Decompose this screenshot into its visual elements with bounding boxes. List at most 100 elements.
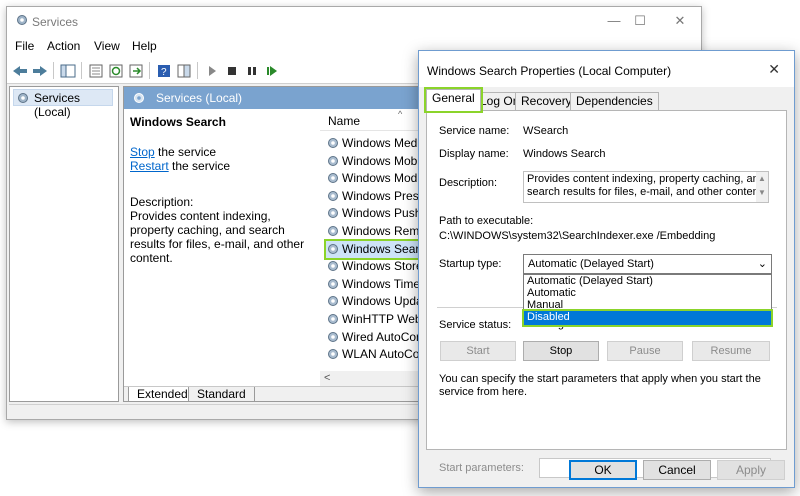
dialog-close-icon[interactable]: ✕ — [768, 61, 780, 78]
restart-service-icon[interactable] — [263, 62, 281, 79]
console-tree-icon[interactable] — [59, 62, 77, 79]
service-row[interactable]: Windows Mobile — [326, 153, 423, 170]
forward-arrow-icon[interactable] — [31, 62, 49, 79]
tab-general[interactable]: General — [424, 87, 483, 113]
service-row-label: Windows Search — [342, 241, 422, 256]
service-row-label: Windows Mobile — [342, 153, 423, 168]
startup-type-value: Automatic (Delayed Start) — [528, 258, 654, 270]
stop-service-icon[interactable] — [223, 62, 241, 79]
pane-header: Services (Local) — [124, 87, 422, 109]
service-row[interactable]: Windows Search — [324, 238, 422, 260]
svg-text:?: ? — [161, 67, 167, 78]
service-row[interactable]: Windows Media — [326, 135, 423, 152]
path-label: Path to executable: — [439, 215, 534, 227]
service-row[interactable]: WLAN AutoConfig — [326, 346, 422, 363]
service-row-label: Windows Presentation — [342, 188, 422, 203]
pause-button[interactable]: Pause — [607, 341, 683, 361]
startup-option-automatic-delayed[interactable]: Automatic (Delayed Start) — [524, 275, 771, 287]
startup-option-automatic[interactable]: Automatic — [524, 287, 771, 299]
service-row[interactable]: Windows Remote — [326, 223, 422, 240]
cancel-button[interactable]: Cancel — [643, 460, 711, 480]
start-service-icon[interactable] — [203, 62, 221, 79]
ok-button[interactable]: OK — [569, 460, 637, 480]
menu-file[interactable]: File — [15, 39, 34, 53]
properties-list-icon[interactable] — [87, 62, 105, 79]
general-tab-panel: Service name: WSearch Display name: Wind… — [426, 110, 787, 478]
tab-dependencies[interactable]: Dependencies — [570, 92, 659, 111]
service-row-label: Wired AutoConfig — [342, 329, 423, 344]
help-icon[interactable]: ? — [155, 62, 173, 79]
export-list-icon[interactable] — [127, 62, 145, 79]
title-bar: Services — ☐ ✕ — [7, 7, 701, 35]
description-label: Description: — [439, 177, 498, 189]
service-row[interactable]: Windows Modules — [326, 170, 422, 187]
startup-type-select[interactable]: Automatic (Delayed Start) ⌄ — [523, 254, 772, 274]
properties-dialog: Windows Search Properties (Local Compute… — [418, 50, 795, 488]
service-row[interactable]: Windows Presentation — [326, 188, 422, 205]
service-row[interactable]: Windows Push — [326, 205, 422, 222]
service-gear-icon — [326, 347, 340, 363]
menu-action[interactable]: Action — [47, 39, 80, 53]
service-gear-icon — [326, 312, 340, 328]
service-row-label: Windows Modules — [342, 171, 422, 186]
startup-option-manual[interactable]: Manual — [524, 299, 771, 311]
sort-caret-icon: ^ — [398, 109, 403, 119]
service-gear-icon — [326, 259, 340, 275]
view-tabs: Extended Standard — [124, 386, 422, 401]
menu-view[interactable]: View — [94, 39, 120, 53]
refresh-icon[interactable] — [107, 62, 125, 79]
service-status-label: Service status: — [439, 319, 512, 331]
stop-line: Stop the service — [130, 145, 308, 159]
scroll-left-icon[interactable]: < — [324, 372, 330, 384]
service-row[interactable]: Wired AutoConfig — [326, 329, 423, 346]
back-arrow-icon[interactable] — [11, 62, 29, 79]
dialog-title-bar: Windows Search Properties (Local Compute… — [419, 51, 794, 87]
display-name-label: Display name: — [439, 148, 509, 160]
service-row[interactable]: WinHTTP Web — [326, 311, 422, 328]
startup-type-dropdown: Automatic (Delayed Start) Automatic Manu… — [522, 274, 773, 327]
restart-service-link[interactable]: Restart — [130, 159, 169, 173]
restart-suffix: the service — [168, 159, 231, 173]
pause-service-icon[interactable] — [243, 62, 261, 79]
service-gear-icon — [326, 224, 340, 240]
column-header-name[interactable]: ^ Name — [320, 109, 422, 131]
service-row[interactable]: Windows Store — [326, 258, 422, 275]
menu-help[interactable]: Help — [132, 39, 157, 53]
window-title: Services — [32, 15, 79, 29]
service-gear-icon — [326, 206, 340, 222]
start-button[interactable]: Start — [440, 341, 516, 361]
close-button[interactable]: ✕ — [657, 7, 703, 35]
services-gear-icon — [15, 13, 29, 30]
restart-line: Restart the service — [130, 159, 308, 173]
resume-button[interactable]: Resume — [692, 341, 770, 361]
apply-button[interactable]: Apply — [717, 460, 785, 480]
service-name-label: Service name: — [439, 125, 510, 137]
service-gear-icon — [326, 294, 340, 310]
show-hide-pane-icon[interactable] — [175, 62, 193, 79]
tab-recovery[interactable]: Recovery — [515, 92, 578, 111]
service-gear-icon — [326, 242, 340, 258]
display-name-value: Windows Search — [523, 148, 606, 160]
description-box[interactable]: Provides content indexing, property cach… — [523, 171, 769, 203]
stop-suffix: the service — [154, 145, 217, 159]
tab-extended[interactable]: Extended — [128, 387, 197, 401]
stop-button[interactable]: Stop — [523, 341, 599, 361]
stop-service-link[interactable]: Stop — [130, 145, 155, 159]
tree-item-label: Services (Local) — [34, 91, 81, 119]
services-gear-icon — [16, 91, 30, 108]
startup-option-disabled[interactable]: Disabled — [522, 309, 773, 327]
service-row-label: WinHTTP Web — [342, 312, 422, 326]
service-gear-icon — [326, 330, 340, 346]
service-gear-icon — [326, 154, 340, 170]
tab-standard[interactable]: Standard — [188, 387, 255, 401]
tree-item-services-local[interactable]: Services (Local) — [13, 89, 113, 119]
service-row-label: Windows Media — [342, 136, 423, 150]
services-main-pane: Services (Local) Windows Search Stop the… — [123, 86, 423, 402]
description-scrollbar[interactable]: ▲ ▼ — [756, 172, 768, 202]
startup-type-label: Startup type: — [439, 258, 502, 270]
horizontal-scrollbar[interactable]: < — [320, 371, 422, 386]
pane-header-title: Services (Local) — [156, 91, 243, 105]
service-row[interactable]: Windows Update — [326, 293, 422, 310]
service-row[interactable]: Windows Time — [326, 276, 422, 293]
service-row-label: Windows Time — [342, 276, 421, 291]
